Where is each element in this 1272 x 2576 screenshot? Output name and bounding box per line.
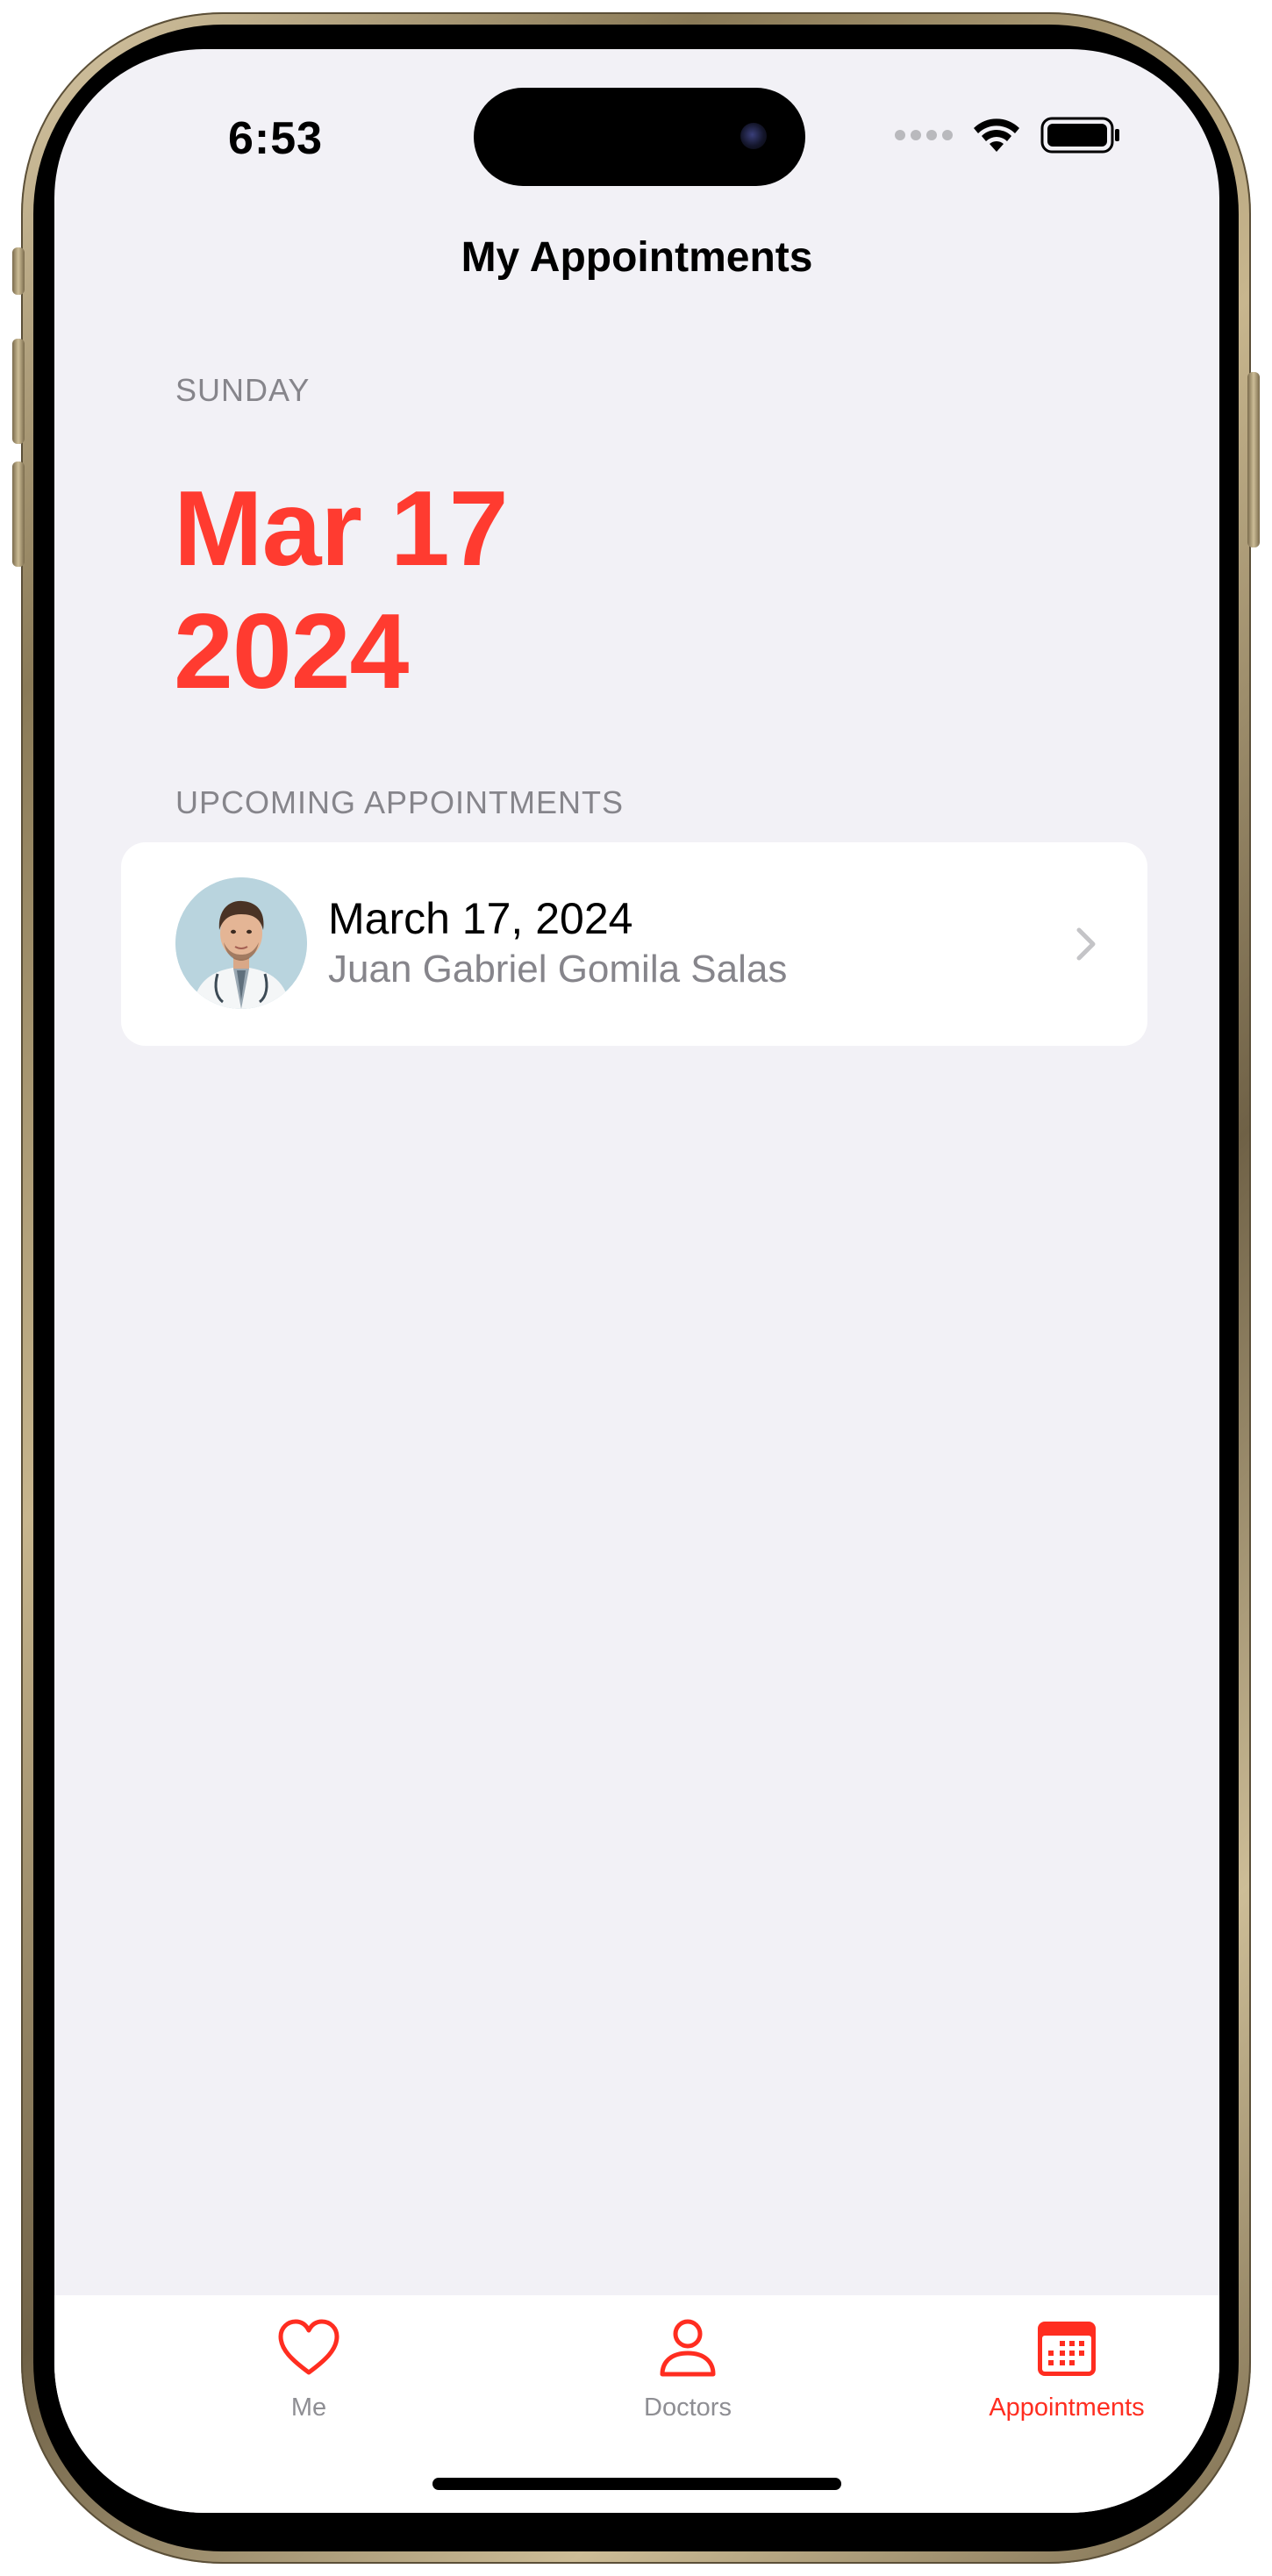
- dynamic-island: [474, 88, 805, 186]
- large-date-month-day: Mar 17: [174, 469, 509, 588]
- status-bar: 6:53: [54, 49, 1219, 225]
- person-icon: [660, 2319, 716, 2377]
- battery-icon: [1040, 117, 1119, 154]
- camera-icon: [740, 123, 767, 149]
- volume-up-button: [12, 339, 25, 444]
- appointment-row[interactable]: March 17, 2024 Juan Gabriel Gomila Salas: [121, 842, 1147, 1046]
- status-icons: [895, 116, 1121, 154]
- tab-doctors-label: Doctors: [644, 2394, 732, 2422]
- large-date-year: 2024: [174, 591, 409, 711]
- appointment-doctor-name: Juan Gabriel Gomila Salas: [328, 948, 788, 991]
- app-screen: 6:53 My Appointments SUNDAY Mar 17 2024 …: [54, 49, 1219, 2513]
- volume-down-button: [12, 462, 25, 567]
- tab-bar: Me Doctors Appointments: [54, 2295, 1219, 2513]
- upcoming-section-header: UPCOMING APPOINTMENTS: [175, 784, 625, 820]
- tab-appointments-label: Appointments: [989, 2394, 1145, 2422]
- action-button: [12, 247, 25, 295]
- large-date: Mar 17 2024: [174, 467, 509, 712]
- appointment-date: March 17, 2024: [328, 894, 633, 943]
- calendar-icon: [1038, 2322, 1096, 2376]
- cellular-signal-icon: [895, 130, 953, 140]
- tab-appointments[interactable]: Appointments: [935, 2316, 1198, 2457]
- page-title: My Appointments: [461, 234, 813, 281]
- wifi-icon: [974, 118, 1019, 152]
- tab-me-label: Me: [290, 2394, 327, 2422]
- doctor-avatar: [175, 877, 307, 1009]
- home-indicator[interactable]: [432, 2478, 841, 2490]
- tab-doctors[interactable]: Doctors: [556, 2316, 819, 2457]
- weekday-label: SUNDAY: [175, 372, 311, 408]
- chevron-right-icon: [1076, 927, 1096, 961]
- power-button: [1247, 372, 1260, 547]
- status-time: 6:53: [228, 113, 324, 164]
- heart-icon: [278, 2319, 339, 2375]
- tab-me[interactable]: Me: [177, 2316, 440, 2457]
